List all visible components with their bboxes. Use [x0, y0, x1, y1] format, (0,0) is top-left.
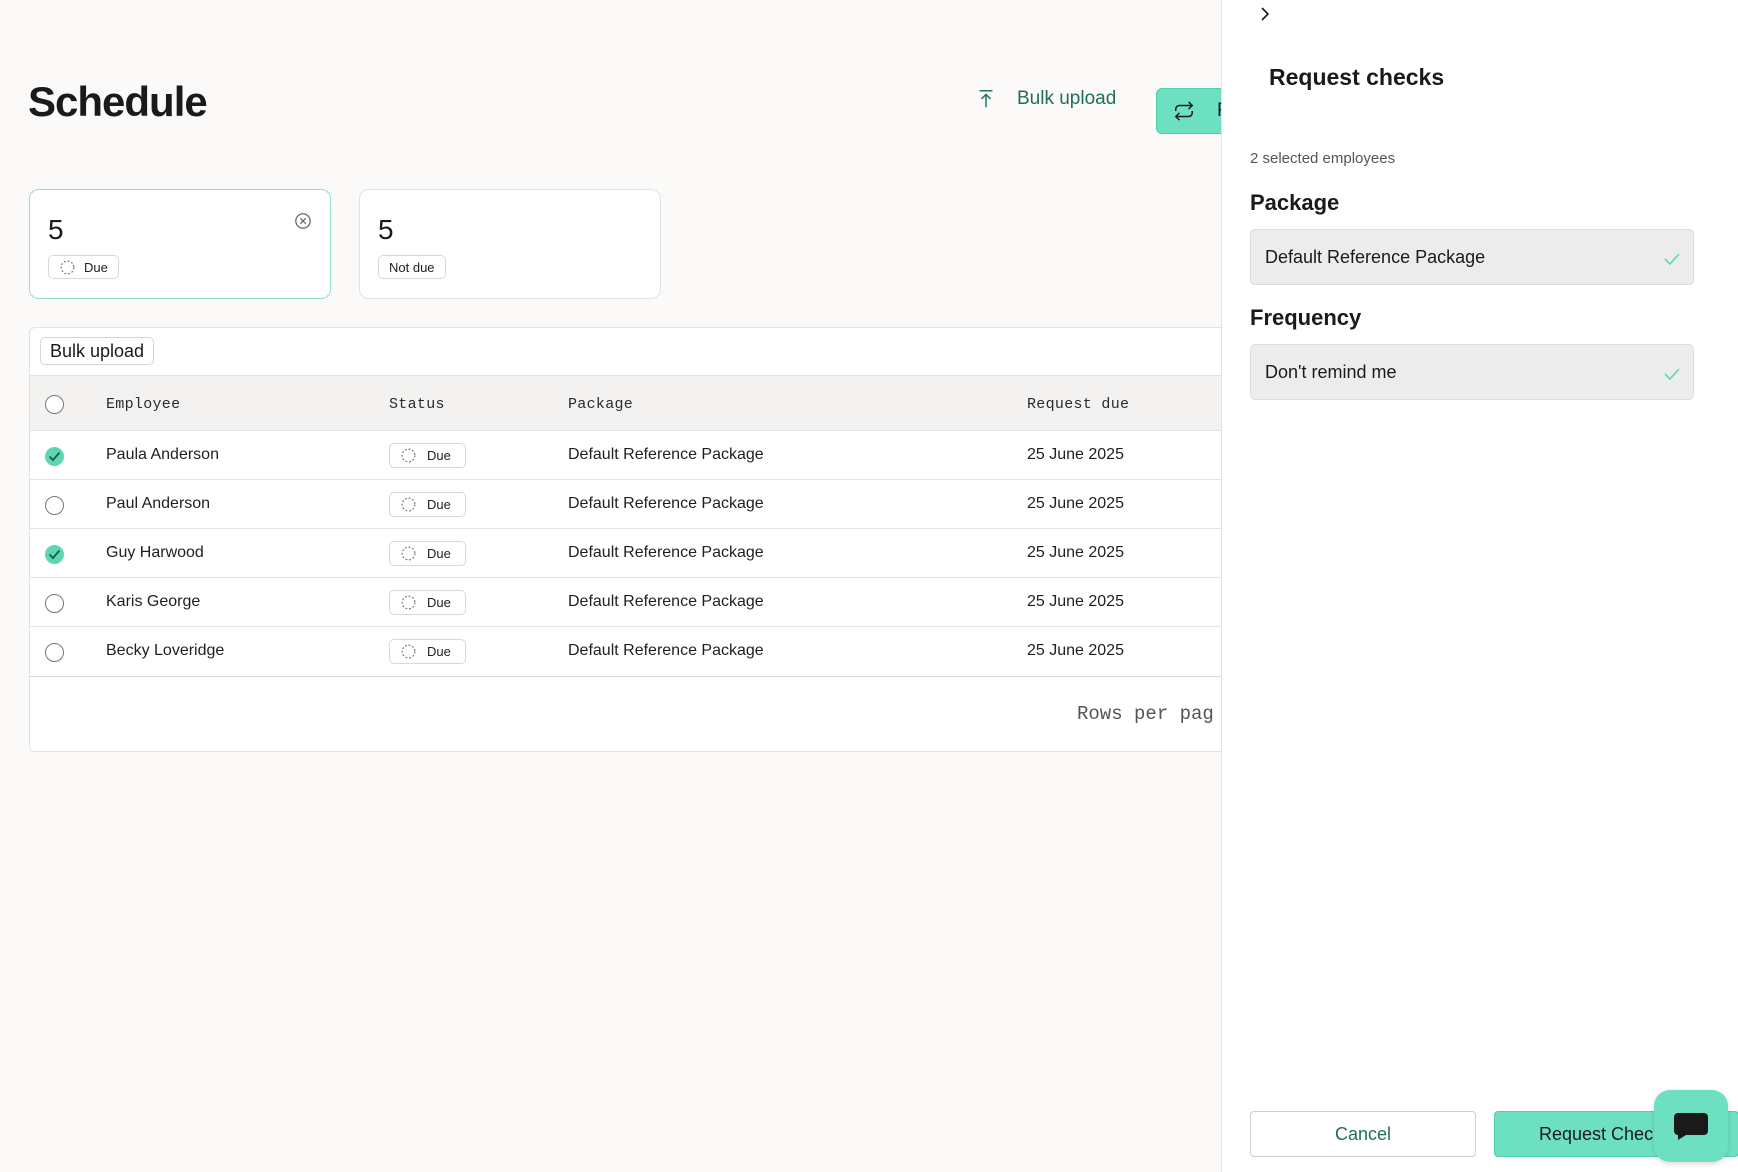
- package-cell: Default Reference Package: [568, 544, 764, 561]
- column-request-due[interactable]: Request due: [1027, 396, 1129, 413]
- not-due-badge: Not due: [378, 255, 446, 279]
- dashed-circle-icon: [401, 595, 416, 610]
- checkmark-icon: [48, 451, 61, 462]
- row-checkbox[interactable]: [45, 545, 64, 564]
- request-checks-panel: Request checks 2 selected employees Pack…: [1221, 0, 1738, 1172]
- row-checkbox[interactable]: [45, 594, 64, 613]
- package-cell: Default Reference Package: [568, 642, 764, 659]
- package-label: Package: [1250, 190, 1340, 215]
- upload-icon: [979, 90, 993, 108]
- dashed-circle-icon: [60, 260, 75, 274]
- status-badge: Due: [389, 541, 466, 566]
- package-cell: Default Reference Package: [568, 495, 764, 512]
- chevron-right-icon[interactable]: [1258, 6, 1272, 22]
- request-due-cell: 25 June 2025: [1027, 642, 1124, 659]
- header-actions: Bulk upload: [975, 88, 1116, 110]
- table-footer: Rows per pag: [30, 676, 1222, 751]
- request-due-cell: 25 June 2025: [1027, 495, 1124, 512]
- employee-name[interactable]: Guy Harwood: [106, 544, 204, 562]
- rows-per-page-label: Rows per pag: [1077, 703, 1214, 725]
- column-employee[interactable]: Employee: [106, 396, 180, 413]
- cancel-button[interactable]: Cancel: [1250, 1111, 1476, 1157]
- request-checks-top-button[interactable]: R: [1156, 88, 1222, 134]
- frequency-label: Frequency: [1250, 305, 1362, 330]
- status-label: Due: [427, 595, 451, 610]
- due-badge-label: Due: [84, 259, 108, 275]
- bulk-upload-link[interactable]: Bulk upload: [975, 88, 1116, 110]
- due-count: 5: [48, 214, 64, 245]
- not-due-count: 5: [378, 214, 394, 245]
- dashed-circle-icon: [401, 448, 416, 463]
- employee-name[interactable]: Karis George: [106, 593, 200, 611]
- main-content: Schedule Bulk upload R 5 Due 5 Not due B…: [0, 0, 1222, 1172]
- table-row[interactable]: Guy Harwood Due Default Reference Packag…: [30, 528, 1222, 577]
- status-label: Due: [427, 644, 451, 659]
- chat-launcher-button[interactable]: [1654, 1090, 1728, 1162]
- column-package[interactable]: Package: [568, 396, 633, 413]
- status-label: Due: [427, 497, 451, 512]
- package-select[interactable]: Default Reference Package: [1250, 229, 1694, 285]
- status-badge: Due: [389, 639, 466, 664]
- row-checkbox[interactable]: [45, 496, 64, 515]
- chat-icon: [1674, 1113, 1708, 1140]
- table-row[interactable]: Paul Anderson Due Default Reference Pack…: [30, 479, 1222, 528]
- due-badge: Due: [48, 255, 119, 279]
- dashed-circle-icon: [401, 644, 416, 659]
- table-header: Employee Status Package Request due: [30, 375, 1222, 430]
- request-due-cell: 25 June 2025: [1027, 544, 1124, 561]
- checkmark-icon: [1664, 253, 1680, 266]
- employee-table: Bulk upload Employee Status Package Requ…: [29, 327, 1222, 752]
- dashed-circle-icon: [401, 546, 416, 561]
- status-badge: Due: [389, 492, 466, 517]
- request-due-cell: 25 June 2025: [1027, 446, 1124, 463]
- status-badge: Due: [389, 443, 466, 468]
- frequency-select[interactable]: Don't remind me: [1250, 344, 1694, 400]
- panel-title: Request checks: [1269, 64, 1445, 90]
- package-cell: Default Reference Package: [568, 446, 764, 463]
- employee-name[interactable]: Becky Loveridge: [106, 642, 224, 660]
- package-select-value: Default Reference Package: [1265, 246, 1486, 267]
- employee-name[interactable]: Paul Anderson: [106, 495, 210, 513]
- status-badge: Due: [389, 590, 466, 615]
- status-label: Due: [427, 448, 451, 463]
- bulk-upload-label: Bulk upload: [1017, 88, 1117, 109]
- due-filter-card[interactable]: 5 Due: [29, 189, 331, 299]
- clear-filter-icon[interactable]: [294, 212, 312, 230]
- page-title: Schedule: [28, 78, 208, 125]
- table-row[interactable]: Paula Anderson Due Default Reference Pac…: [30, 430, 1222, 479]
- selected-count: 2 selected employees: [1250, 150, 1396, 167]
- not-due-filter-card[interactable]: 5 Not due: [359, 189, 661, 299]
- table-row[interactable]: Karis George Due Default Reference Packa…: [30, 577, 1222, 626]
- package-cell: Default Reference Package: [568, 593, 764, 610]
- employee-name[interactable]: Paula Anderson: [106, 446, 219, 464]
- row-checkbox[interactable]: [45, 643, 64, 662]
- request-due-cell: 25 June 2025: [1027, 593, 1124, 610]
- row-checkbox[interactable]: [45, 447, 64, 466]
- refresh-icon: [1174, 101, 1194, 121]
- checkmark-icon: [48, 549, 61, 560]
- not-due-badge-label: Not due: [389, 259, 435, 275]
- frequency-select-value: Don't remind me: [1265, 361, 1397, 382]
- table-bulk-upload-button[interactable]: Bulk upload: [40, 337, 155, 365]
- checkmark-icon: [1664, 368, 1680, 381]
- table-row[interactable]: Becky Loveridge Due Default Reference Pa…: [30, 626, 1222, 675]
- select-all-checkbox[interactable]: [45, 395, 64, 414]
- dashed-circle-icon: [401, 497, 416, 512]
- status-label: Due: [427, 546, 451, 561]
- column-status[interactable]: Status: [389, 396, 445, 413]
